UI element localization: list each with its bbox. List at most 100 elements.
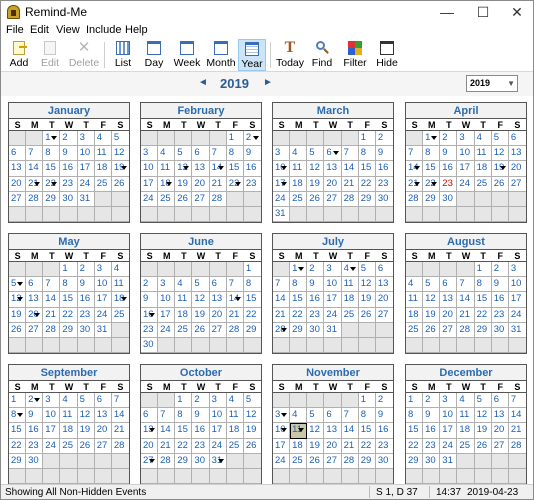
day-cell[interactable]: 30: [423, 453, 441, 469]
day-cell[interactable]: 4: [341, 262, 359, 278]
day-cell[interactable]: 7: [457, 277, 475, 293]
day-cell[interactable]: 9: [307, 277, 325, 293]
day-cell[interactable]: 28: [226, 322, 244, 338]
day-cell[interactable]: 10: [94, 277, 112, 293]
day-cell[interactable]: 23: [375, 439, 393, 454]
day-cell[interactable]: 17: [158, 307, 176, 323]
day-cell[interactable]: 12: [243, 408, 261, 424]
day-cell[interactable]: 18: [175, 307, 193, 323]
month-title[interactable]: May: [9, 234, 129, 250]
day-cell[interactable]: 17: [324, 292, 342, 308]
month-title[interactable]: December: [406, 365, 526, 381]
close-button[interactable]: ✕: [501, 1, 533, 23]
day-cell[interactable]: 26: [175, 191, 193, 207]
day-cell[interactable]: 12: [491, 146, 509, 162]
day-cell[interactable]: 1: [406, 393, 424, 409]
day-cell[interactable]: 19: [423, 307, 441, 323]
day-cell[interactable]: 13: [209, 292, 227, 308]
day-cell[interactable]: 1: [226, 131, 244, 147]
day-cell[interactable]: 10: [273, 423, 291, 439]
day-cell[interactable]: 30: [440, 191, 458, 207]
day-cell[interactable]: 12: [77, 408, 95, 424]
day-cell[interactable]: 17: [273, 438, 291, 454]
day-cell[interactable]: 30: [307, 322, 325, 338]
year-view-button[interactable]: Year: [238, 39, 266, 71]
next-year-button[interactable]: ►: [263, 77, 273, 88]
day-cell[interactable]: 2: [192, 393, 210, 409]
day-cell[interactable]: 2: [60, 131, 78, 147]
month-title[interactable]: October: [141, 365, 261, 381]
day-cell[interactable]: 2: [440, 131, 458, 147]
day-cell[interactable]: 11: [94, 146, 112, 162]
day-cell[interactable]: 9: [440, 146, 458, 162]
month-title[interactable]: February: [141, 103, 261, 119]
day-cell[interactable]: 23: [375, 177, 393, 192]
day-cell[interactable]: 10: [440, 408, 458, 424]
day-cell[interactable]: 28: [111, 439, 129, 454]
day-cell[interactable]: 10: [273, 161, 291, 177]
find-button[interactable]: Find: [309, 39, 335, 71]
day-cell[interactable]: 22: [474, 307, 492, 323]
day-cell[interactable]: 11: [457, 408, 475, 424]
day-cell[interactable]: 6: [26, 277, 44, 293]
day-cell[interactable]: 26: [192, 322, 210, 338]
day-cell[interactable]: 23: [243, 177, 261, 192]
today-button[interactable]: T Today: [275, 39, 305, 71]
day-cell[interactable]: 31: [440, 453, 458, 469]
day-cell[interactable]: 9: [192, 408, 210, 424]
day-cell[interactable]: 12: [9, 292, 27, 308]
day-cell[interactable]: 20: [324, 176, 342, 192]
day-cell[interactable]: 4: [474, 131, 492, 147]
day-cell[interactable]: 18: [111, 292, 129, 308]
menu-edit[interactable]: Edit: [30, 24, 49, 36]
day-cell[interactable]: 27: [94, 438, 112, 454]
day-cell[interactable]: 18: [60, 423, 78, 439]
day-cell[interactable]: 21: [43, 307, 61, 323]
day-cell[interactable]: 4: [226, 393, 244, 409]
day-cell[interactable]: 3: [440, 393, 458, 409]
day-cell[interactable]: 18: [457, 423, 475, 439]
day-cell[interactable]: 27: [324, 191, 342, 207]
day-cell[interactable]: 17: [508, 292, 526, 308]
day-cell[interactable]: 19: [192, 307, 210, 323]
day-cell[interactable]: 30: [60, 191, 78, 207]
day-cell[interactable]: 6: [508, 131, 526, 147]
day-cell[interactable]: 28: [341, 453, 359, 469]
day-cell[interactable]: 9: [77, 277, 95, 293]
day-cell[interactable]: 17: [43, 423, 61, 439]
day-cell[interactable]: 26: [474, 438, 492, 454]
day-cell[interactable]: 3: [141, 146, 159, 162]
day-cell[interactable]: 12: [358, 277, 376, 293]
day-cell[interactable]: 28: [457, 322, 475, 338]
day-cell[interactable]: 29: [243, 323, 261, 338]
day-cell[interactable]: 2: [77, 262, 95, 278]
day-cell[interactable]: 31: [324, 322, 342, 338]
day-cell[interactable]: 9: [60, 146, 78, 162]
day-cell[interactable]: 28: [508, 439, 526, 454]
day-cell[interactable]: 14: [273, 292, 291, 308]
day-cell[interactable]: 29: [175, 453, 193, 469]
menu-include[interactable]: Include: [86, 24, 121, 36]
day-cell[interactable]: 12: [474, 408, 492, 424]
day-cell[interactable]: 12: [423, 292, 441, 308]
day-cell[interactable]: 28: [209, 191, 227, 207]
day-cell[interactable]: 6: [141, 408, 159, 424]
day-cell[interactable]: 1: [290, 262, 308, 278]
day-cell[interactable]: 10: [457, 146, 475, 162]
day-cell[interactable]: 3: [324, 262, 342, 278]
day-cell[interactable]: 5: [9, 277, 27, 293]
day-cell[interactable]: 16: [491, 292, 509, 308]
day-cell[interactable]: 3: [273, 146, 291, 162]
day-cell[interactable]: 1: [474, 262, 492, 278]
day-cell[interactable]: 23: [77, 307, 95, 323]
day-cell[interactable]: 7: [341, 146, 359, 162]
day-cell[interactable]: 25: [158, 191, 176, 207]
day-cell[interactable]: 27: [491, 438, 509, 454]
month-view-button[interactable]: Month: [205, 39, 237, 71]
day-cell[interactable]: 25: [290, 191, 308, 207]
day-cell[interactable]: 18: [290, 438, 308, 454]
day-cell[interactable]: 21: [158, 438, 176, 454]
year-select[interactable]: 2019 ▼: [466, 75, 518, 92]
day-cell[interactable]: 11: [341, 277, 359, 293]
day-cell[interactable]: 4: [175, 277, 193, 293]
